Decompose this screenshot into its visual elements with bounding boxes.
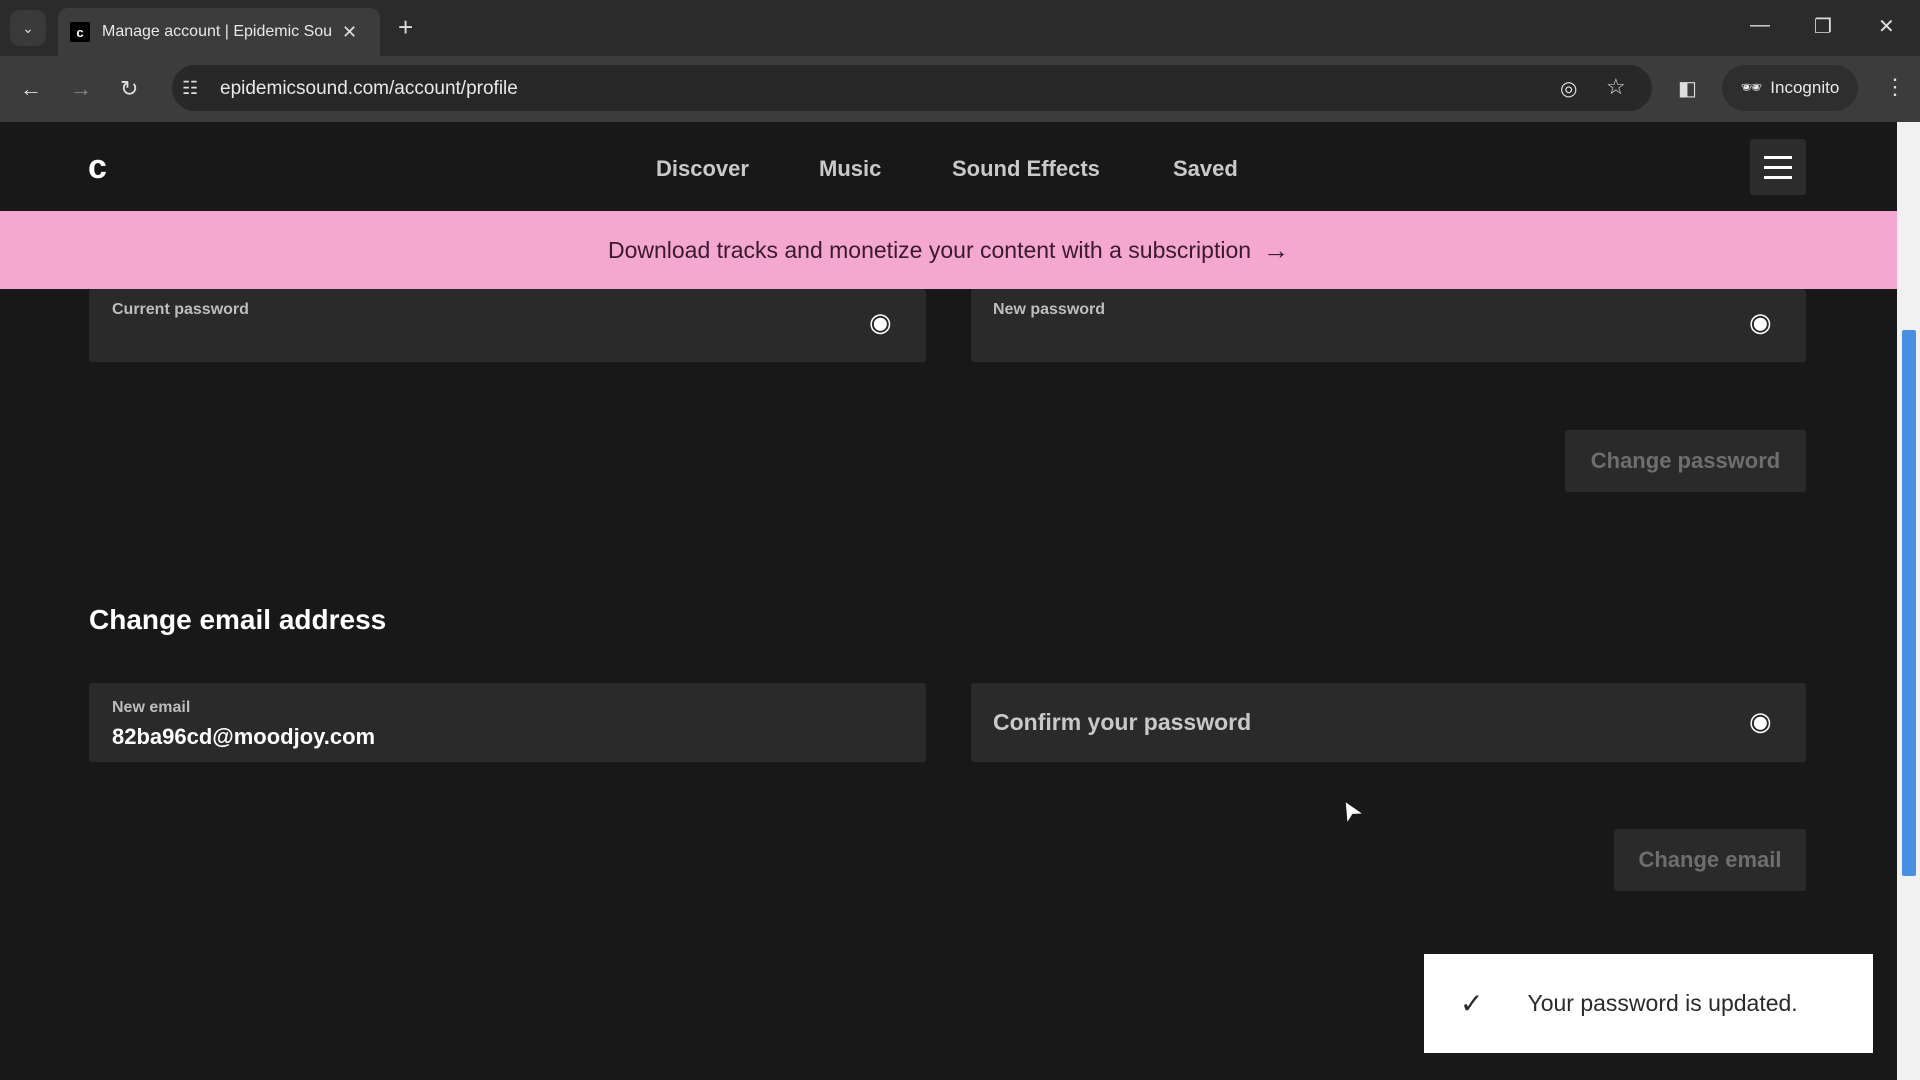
- close-window-button[interactable]: ✕: [1878, 14, 1895, 39]
- forward-button[interactable]: →: [70, 76, 92, 102]
- mouse-cursor-icon: ➤: [1332, 793, 1370, 828]
- restore-button[interactable]: ❐: [1814, 14, 1832, 39]
- new-email-field[interactable]: [89, 683, 926, 762]
- url-text[interactable]: epidemicsound.com/account/profile: [220, 78, 518, 100]
- change-password-button[interactable]: Change password: [1565, 430, 1806, 492]
- change-email-button[interactable]: Change email: [1614, 829, 1806, 891]
- reload-button[interactable]: ↻: [120, 76, 138, 102]
- check-icon: ✓: [1460, 988, 1484, 1019]
- tab-title: Manage account | Epidemic Sou: [102, 23, 333, 40]
- incognito-icon: 🕶: [1740, 78, 1763, 97]
- show-password-eye-icon[interactable]: ◉: [1749, 706, 1772, 737]
- nav-saved[interactable]: Saved: [1173, 156, 1238, 182]
- hamburger-menu-icon[interactable]: [1750, 139, 1806, 195]
- nav-music[interactable]: Music: [819, 156, 881, 182]
- scrollbar-thumb[interactable]: [1902, 330, 1916, 876]
- nav-sound-effects[interactable]: Sound Effects: [952, 156, 1100, 182]
- toast-notification: ✓ Your password is updated.: [1424, 954, 1873, 1053]
- eye-off-icon[interactable]: ◎: [1560, 76, 1577, 101]
- show-password-eye-icon[interactable]: ◉: [1749, 307, 1772, 338]
- incognito-badge[interactable]: 🕶 Incognito: [1722, 65, 1858, 111]
- new-email-label: New email: [112, 699, 191, 716]
- site-settings-icon[interactable]: ☷: [182, 78, 198, 99]
- back-button[interactable]: ←: [20, 76, 42, 102]
- current-password-label: Current password: [112, 301, 249, 318]
- change-email-heading: Change email address: [89, 604, 387, 635]
- subscription-banner[interactable]: Download tracks and monetize your conten…: [0, 211, 1897, 289]
- site-header: [0, 122, 1897, 211]
- minimize-button[interactable]: —: [1750, 14, 1770, 37]
- browser-tab-active[interactable]: c Manage account | Epidemic Sou ✕: [58, 8, 380, 56]
- new-password-label: New password: [993, 301, 1106, 318]
- more-menu-icon[interactable]: ⋮: [1884, 74, 1906, 100]
- new-password-field[interactable]: [971, 289, 1806, 362]
- side-panel-icon[interactable]: ◧: [1678, 76, 1697, 101]
- arrow-right-icon: →: [1263, 234, 1290, 265]
- show-password-eye-icon[interactable]: ◉: [869, 307, 892, 338]
- new-tab-button[interactable]: +: [398, 12, 413, 43]
- banner-text: Download tracks and monetize your conten…: [607, 236, 1252, 263]
- bookmark-star-icon[interactable]: ☆: [1606, 74, 1626, 100]
- tab-search-button[interactable]: ⌄: [10, 10, 46, 46]
- new-email-value: 82ba96cd@moodjoy.com: [112, 724, 376, 749]
- nav-discover[interactable]: Discover: [656, 156, 749, 182]
- confirm-password-placeholder: Confirm your password: [993, 709, 1252, 735]
- current-password-field[interactable]: [89, 289, 926, 362]
- epidemic-logo-icon[interactable]: c: [88, 148, 107, 187]
- favicon-icon: c: [70, 22, 90, 42]
- incognito-label: Incognito: [1770, 78, 1840, 97]
- tab-close-icon[interactable]: ✕: [342, 22, 357, 43]
- toast-message: Your password is updated.: [1527, 990, 1798, 1016]
